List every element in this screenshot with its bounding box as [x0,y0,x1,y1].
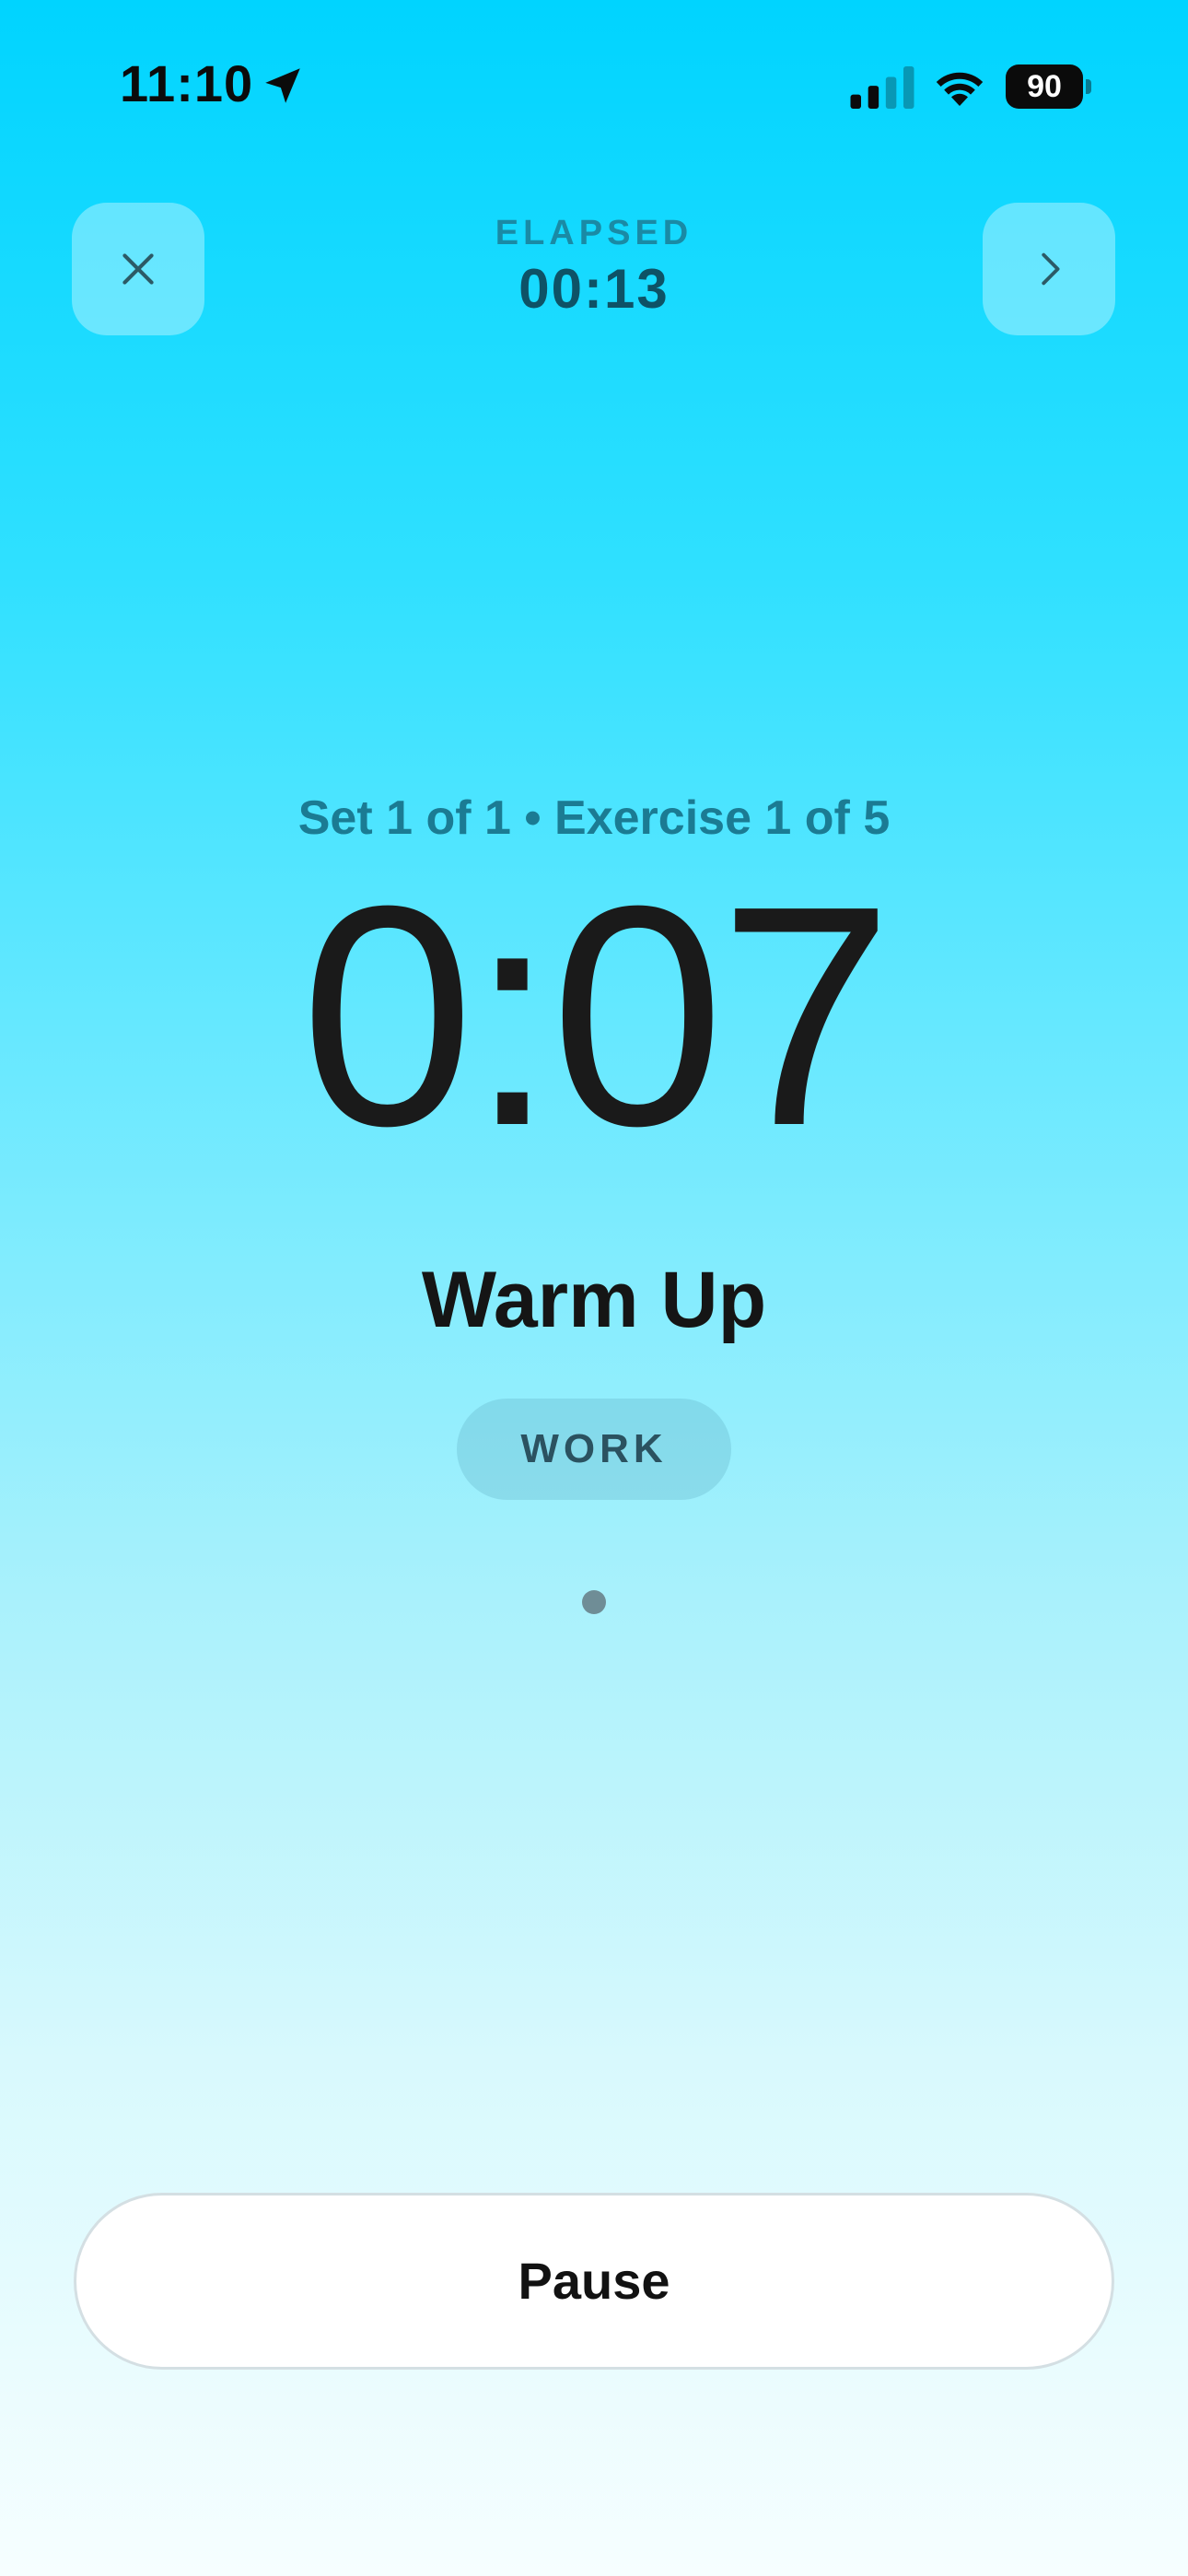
close-icon [122,253,154,285]
elapsed-value: 00:13 [518,258,670,320]
elapsed-display: ELAPSED 00:13 [364,214,824,321]
phase-badge: WORK [457,1399,731,1500]
page-indicator-dot [582,1590,606,1614]
wifi-icon [936,72,984,106]
close-button[interactable] [72,203,204,335]
pause-button[interactable]: Pause [74,2193,1114,2370]
battery-level: 90 [1006,64,1083,109]
cellular-signal-icon [850,66,914,109]
elapsed-label: ELAPSED [495,214,693,252]
location-arrow-icon [265,68,300,103]
exercise-name: Warm Up [421,1256,767,1344]
battery-icon: 90 [1006,64,1091,111]
battery-tip [1086,79,1091,94]
workout-timer-screen: 11:10 90 ELAPSED 00:13 Set 1 of 1 • Exer… [0,0,1188,2576]
next-button[interactable] [983,203,1115,335]
status-bar: 11:10 90 [0,0,1188,175]
chevron-right-icon [1042,252,1060,286]
status-time: 11:10 [120,54,254,112]
set-exercise-progress: Set 1 of 1 • Exercise 1 of 5 [297,791,891,845]
countdown-timer: 0:07 [300,841,893,1191]
